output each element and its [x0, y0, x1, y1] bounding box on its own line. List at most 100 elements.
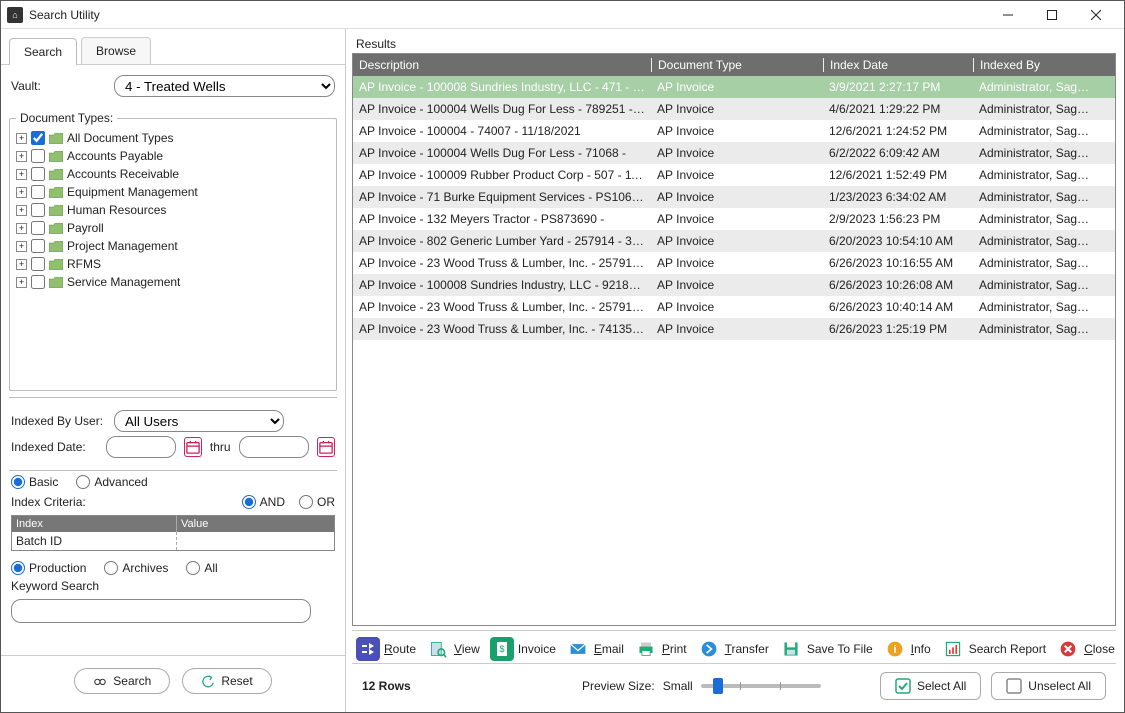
table-row[interactable]: AP Invoice - 100008 Sundries Industry, L… [353, 76, 1115, 98]
indexed-by-select[interactable]: All Users [114, 410, 284, 432]
invoice-button[interactable]: $Invoice [490, 637, 556, 661]
tree-expander[interactable]: + [16, 277, 27, 288]
vault-select[interactable]: 4 - Treated Wells [114, 75, 335, 97]
table-row[interactable]: AP Invoice - 23 Wood Truss & Lumber, Inc… [353, 296, 1115, 318]
tree-expander[interactable]: + [16, 223, 27, 234]
doctype-checkbox[interactable] [31, 149, 45, 163]
table-row[interactable]: AP Invoice - 100008 Sundries Industry, L… [353, 274, 1115, 296]
criteria-label: Index Criteria: [11, 495, 86, 509]
scope-all[interactable]: All [186, 561, 217, 575]
doctype-checkbox[interactable] [31, 239, 45, 253]
doctype-item[interactable]: + RFMS [16, 255, 330, 273]
doctype-item[interactable]: + Accounts Receivable [16, 165, 330, 183]
preview-size-slider[interactable] [701, 684, 821, 688]
mode-basic[interactable]: Basic [11, 475, 58, 489]
folder-icon [49, 241, 63, 252]
doctype-checkbox[interactable] [31, 257, 45, 271]
results-header[interactable]: Description Document Type Index Date Ind… [353, 54, 1115, 76]
info-button[interactable]: iInfo [883, 637, 931, 661]
tab-search[interactable]: Search [9, 38, 77, 65]
cell-indexed-by: Administrator, Sage Pa... [973, 278, 1101, 292]
save-to-file-button[interactable]: Save To File [779, 637, 873, 661]
table-row[interactable]: AP Invoice - 100004 Wells Dug For Less -… [353, 142, 1115, 164]
view-button[interactable]: View [426, 637, 480, 661]
app-icon: ⌂ [7, 7, 23, 23]
criteria-or[interactable]: OR [299, 495, 335, 509]
table-row[interactable]: AP Invoice - 100004 - 74007 - 11/18/2021… [353, 120, 1115, 142]
tree-expander[interactable]: + [16, 205, 27, 216]
unselect-all-button[interactable]: Unselect All [991, 672, 1106, 700]
table-row[interactable]: AP Invoice - 23 Wood Truss & Lumber, Inc… [353, 318, 1115, 340]
search-button[interactable]: Search [74, 668, 170, 694]
slider-thumb[interactable] [713, 678, 723, 694]
cell-description: AP Invoice - 100004 Wells Dug For Less -… [353, 102, 651, 116]
cell-index-date: 6/26/2023 10:26:08 AM [823, 278, 973, 292]
doctype-item[interactable]: + Human Resources [16, 201, 330, 219]
criteria-table[interactable]: Index Value Batch ID [11, 515, 335, 551]
doctype-item[interactable]: + All Document Types [16, 129, 330, 147]
doctype-checkbox[interactable] [31, 275, 45, 289]
cell-indexed-by: Administrator, Sage Pa... [973, 102, 1101, 116]
transfer-button[interactable]: Transfer [697, 637, 769, 661]
email-button[interactable]: Email [566, 637, 624, 661]
search-report-button[interactable]: Search Report [941, 637, 1046, 661]
close-results-button[interactable]: Close [1056, 637, 1115, 661]
table-row[interactable]: AP Invoice - 100004 Wells Dug For Less -… [353, 98, 1115, 120]
tab-browse[interactable]: Browse [81, 37, 151, 64]
tree-expander[interactable]: + [16, 169, 27, 180]
row-count: 12 Rows [362, 679, 562, 693]
cell-index-date: 6/26/2023 10:16:55 AM [823, 256, 973, 270]
maximize-button[interactable] [1030, 1, 1074, 29]
cell-indexed-by: Administrator, Sage Pa... [973, 146, 1101, 160]
tree-expander[interactable]: + [16, 241, 27, 252]
criteria-row-value[interactable] [177, 532, 334, 550]
results-toolbar: Route View $Invoice Email Print Transfer… [352, 630, 1116, 663]
doctype-checkbox[interactable] [31, 131, 45, 145]
scope-archives[interactable]: Archives [104, 561, 168, 575]
table-row[interactable]: AP Invoice - 132 Meyers Tractor - PS8736… [353, 208, 1115, 230]
indexed-date-to[interactable] [239, 436, 309, 458]
col-index-date[interactable]: Index Date [823, 58, 973, 72]
doctype-item[interactable]: + Service Management [16, 273, 330, 291]
table-row[interactable]: AP Invoice - 802 Generic Lumber Yard - 2… [353, 230, 1115, 252]
doctype-checkbox[interactable] [31, 203, 45, 217]
reset-button[interactable]: Reset [182, 668, 271, 694]
tree-expander[interactable]: + [16, 259, 27, 270]
criteria-and[interactable]: AND [242, 495, 285, 509]
minimize-button[interactable] [986, 1, 1030, 29]
criteria-row-index[interactable]: Batch ID [12, 532, 177, 550]
doctype-item[interactable]: + Payroll [16, 219, 330, 237]
select-all-button[interactable]: Select All [880, 672, 981, 700]
cell-index-date: 12/6/2021 1:24:52 PM [823, 124, 973, 138]
close-button[interactable] [1074, 1, 1118, 29]
doctype-item[interactable]: + Equipment Management [16, 183, 330, 201]
keyword-input[interactable] [11, 599, 311, 623]
doctype-checkbox[interactable] [31, 167, 45, 181]
tree-expander[interactable]: + [16, 151, 27, 162]
mode-advanced[interactable]: Advanced [76, 475, 147, 489]
date-from-picker-button[interactable] [184, 437, 202, 457]
cell-document-type: AP Invoice [651, 256, 823, 270]
cell-index-date: 6/26/2023 10:40:14 AM [823, 300, 973, 314]
cell-document-type: AP Invoice [651, 212, 823, 226]
col-indexed-by[interactable]: Indexed By [973, 58, 1101, 72]
tree-expander[interactable]: + [16, 187, 27, 198]
cell-document-type: AP Invoice [651, 102, 823, 116]
doctype-item[interactable]: + Accounts Payable [16, 147, 330, 165]
print-button[interactable]: Print [634, 637, 687, 661]
doctype-checkbox[interactable] [31, 185, 45, 199]
scope-production[interactable]: Production [11, 561, 86, 575]
indexed-date-from[interactable] [106, 436, 176, 458]
vault-label: Vault: [11, 79, 106, 93]
table-row[interactable]: AP Invoice - 71 Burke Equipment Services… [353, 186, 1115, 208]
doctype-item[interactable]: + Project Management [16, 237, 330, 255]
date-to-picker-button[interactable] [317, 437, 335, 457]
table-row[interactable]: AP Invoice - 23 Wood Truss & Lumber, Inc… [353, 252, 1115, 274]
table-row[interactable]: AP Invoice - 100009 Rubber Product Corp … [353, 164, 1115, 186]
doctype-checkbox[interactable] [31, 221, 45, 235]
col-document-type[interactable]: Document Type [651, 58, 823, 72]
col-description[interactable]: Description [353, 58, 651, 72]
tree-expander[interactable]: + [16, 133, 27, 144]
route-button[interactable]: Route [356, 637, 416, 661]
cell-index-date: 6/26/2023 1:25:19 PM [823, 322, 973, 336]
